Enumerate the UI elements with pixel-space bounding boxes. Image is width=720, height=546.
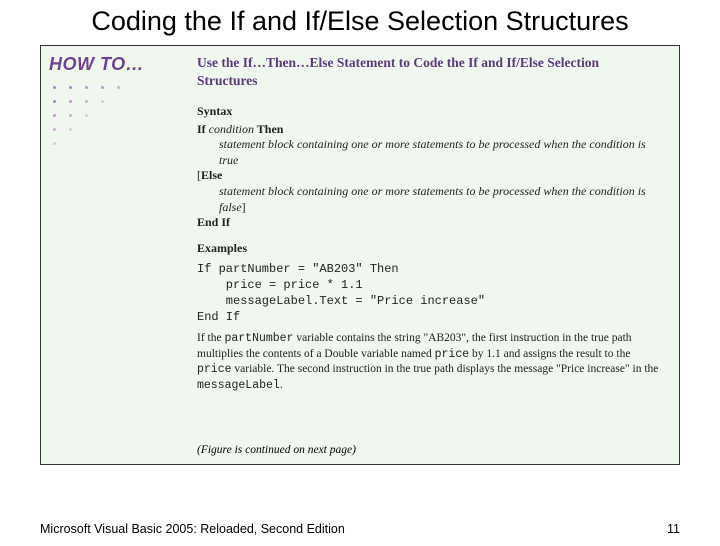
false-block-text: statement block containing one or more s… — [219, 184, 646, 214]
syntax-line-if: If condition Then — [197, 122, 659, 138]
page-number: 11 — [667, 522, 680, 536]
examples-heading: Examples — [197, 241, 659, 257]
exp-m3: price — [197, 363, 232, 376]
examples-section: Examples If partNumber = "AB203" Then pr… — [197, 241, 659, 393]
example-explain: If the partNumber variable contains the … — [197, 331, 659, 393]
cond-placeholder: condition — [209, 122, 254, 136]
syntax-line-else: [Else — [197, 168, 659, 184]
howto-box: HOW TO… Use the If…Then…Else Statement t… — [40, 45, 680, 465]
bracket-close: ] — [242, 200, 246, 214]
syntax-heading: Syntax — [197, 104, 659, 120]
exp-t3: by 1.1 and assigns the result to the — [469, 348, 630, 360]
exp-t5: . — [280, 379, 283, 391]
figure-continued-note: (Figure is continued on next page) — [197, 444, 356, 456]
exp-t1: If the — [197, 332, 224, 344]
kw-else: Else — [201, 168, 222, 182]
howto-label: HOW TO… — [49, 54, 144, 75]
exp-m1: partNumber — [224, 332, 293, 345]
box-heading: Use the If…Then…Else Statement to Code t… — [197, 54, 659, 89]
syntax-section: Syntax If condition Then statement block… — [197, 104, 659, 231]
syntax-false-block: statement block containing one or more s… — [197, 184, 659, 215]
kw-then: Then — [254, 122, 283, 136]
exp-t4: variable. The second instruction in the … — [232, 363, 659, 375]
footer-source: Microsoft Visual Basic 2005: Reloaded, S… — [40, 522, 345, 536]
slide-title: Coding the If and If/Else Selection Stru… — [40, 6, 680, 37]
syntax-true-block: statement block containing one or more s… — [197, 137, 659, 168]
decorative-dots — [53, 86, 193, 166]
example-code: If partNumber = "AB203" Then price = pri… — [197, 261, 659, 326]
syntax-line-endif: End If — [197, 215, 659, 231]
kw-if: If — [197, 122, 209, 136]
howto-label-bar: HOW TO… — [41, 46, 221, 82]
exp-m2: price — [435, 348, 470, 361]
kw-endif: End If — [197, 215, 230, 229]
exp-m4: messageLabel — [197, 379, 280, 392]
slide-footer: Microsoft Visual Basic 2005: Reloaded, S… — [40, 522, 680, 536]
